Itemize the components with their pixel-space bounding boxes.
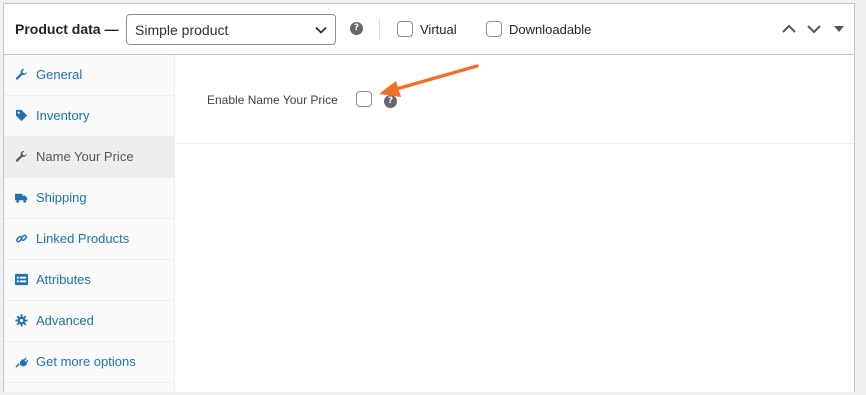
tab-label: Linked Products <box>36 231 130 246</box>
product-data-tabs: General Inventory Name Your Price Shippi… <box>4 55 175 392</box>
annotation-arrow-icon <box>379 64 479 97</box>
product-data-panel: Product data — Simple product ? Virtual … <box>3 3 855 392</box>
list-view-icon <box>15 273 28 286</box>
plugin-icon <box>15 357 28 368</box>
enable-name-your-price-row: Enable Name Your Price ? <box>175 55 854 144</box>
tab-label: Shipping <box>36 190 87 205</box>
enable-name-your-price-label: Enable Name Your Price <box>207 93 338 107</box>
chevron-down-icon[interactable] <box>806 22 822 36</box>
tab-name-your-price[interactable]: Name Your Price <box>4 137 174 178</box>
tab-advanced[interactable]: Advanced <box>4 301 174 342</box>
question-mark-icon[interactable]: ? <box>350 22 363 35</box>
wrench-icon <box>15 68 27 80</box>
truck-icon <box>15 193 28 203</box>
enable-name-your-price-checkbox[interactable] <box>356 91 372 107</box>
downloadable-label: Downloadable <box>509 22 592 37</box>
tab-label: General <box>36 67 83 82</box>
tab-inventory[interactable]: Inventory <box>4 96 174 137</box>
tab-general[interactable]: General <box>4 55 174 96</box>
header-divider <box>379 19 380 40</box>
wrench-icon <box>15 150 27 162</box>
tab-panel-name-your-price: Enable Name Your Price ? <box>175 55 854 392</box>
panel-header: Product data — Simple product ? Virtual … <box>4 4 854 55</box>
triangle-down-icon[interactable] <box>831 22 847 36</box>
tab-label: Attributes <box>36 272 91 287</box>
tab-label: Inventory <box>36 108 90 123</box>
virtual-checkbox[interactable] <box>397 21 413 37</box>
tab-shipping[interactable]: Shipping <box>4 178 174 219</box>
tab-label: Advanced <box>36 313 94 328</box>
product-type-value: Simple product <box>135 22 229 38</box>
gear-icon <box>15 314 28 327</box>
chevron-down-icon <box>315 26 327 34</box>
tab-label: Get more options <box>36 354 136 369</box>
link-icon <box>15 234 28 243</box>
virtual-label: Virtual <box>420 22 457 37</box>
product-type-select[interactable]: Simple product <box>126 14 336 45</box>
tag-icon <box>15 109 28 122</box>
panel-title: Product data — <box>15 21 119 37</box>
tab-attributes[interactable]: Attributes <box>4 260 174 301</box>
tab-linked-products[interactable]: Linked Products <box>4 219 174 260</box>
chevron-up-icon[interactable] <box>781 22 797 36</box>
tab-label: Name Your Price <box>36 149 134 164</box>
tab-get-more-options[interactable]: Get more options <box>4 342 174 383</box>
downloadable-checkbox[interactable] <box>486 21 502 37</box>
